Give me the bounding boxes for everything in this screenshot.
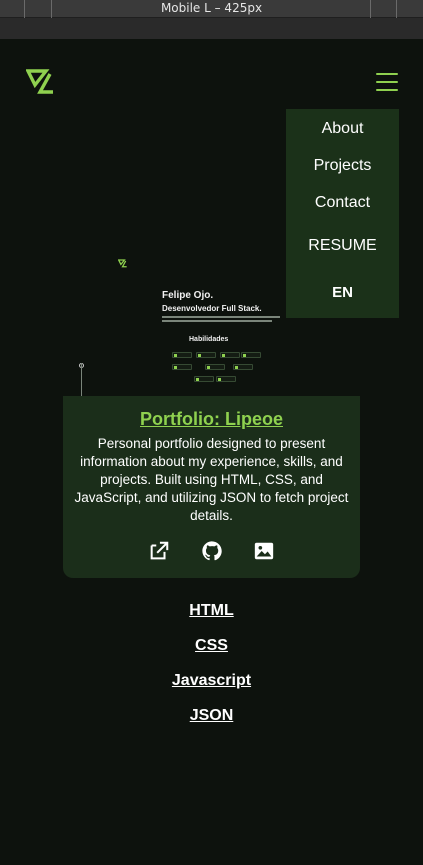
menu-item-projects[interactable]: Projects bbox=[286, 157, 399, 175]
devtools-toolbar: Mobile L – 425px bbox=[0, 0, 423, 18]
tech-tag-javascript[interactable]: Javascript bbox=[0, 672, 423, 690]
preview-skill-chip bbox=[220, 352, 240, 358]
preview-skill-chip bbox=[172, 352, 192, 358]
menu-item-contact[interactable]: Contact bbox=[286, 194, 399, 212]
preview-skill-chip bbox=[205, 364, 225, 370]
preview-skill-chip bbox=[194, 376, 214, 382]
external-link-icon[interactable] bbox=[148, 540, 170, 562]
preview-role: Desenvolvedor Full Stack. bbox=[162, 304, 262, 313]
preview-skills-heading: Habilidades bbox=[189, 336, 229, 343]
tech-tag-json[interactable]: JSON bbox=[0, 707, 423, 725]
project-title-link[interactable]: Portfolio: Lipeoe bbox=[63, 409, 360, 430]
preview-name: Felipe Ojo. bbox=[162, 290, 214, 301]
menu-item-about[interactable]: About bbox=[286, 120, 399, 138]
tech-tag-css[interactable]: CSS bbox=[0, 637, 423, 655]
preview-skill-chip bbox=[233, 364, 253, 370]
lipeoe-logo-icon[interactable] bbox=[26, 68, 54, 96]
devtools-ruler bbox=[0, 18, 423, 39]
preview-skill-chip bbox=[172, 364, 192, 370]
preview-skill-chip bbox=[216, 376, 236, 382]
preview-skill-chip bbox=[241, 352, 261, 358]
project-card: Portfolio: Lipeoe Personal portfolio des… bbox=[63, 396, 360, 578]
github-icon[interactable] bbox=[201, 540, 223, 562]
project-description: Personal portfolio designed to present i… bbox=[74, 436, 349, 523]
preview-text-line bbox=[162, 320, 272, 322]
tech-tag-html[interactable]: HTML bbox=[0, 602, 423, 620]
preview-skill-chip bbox=[196, 352, 216, 358]
hamburger-menu-icon[interactable] bbox=[376, 72, 398, 92]
devtools-viewport-label: Mobile L – 425px bbox=[160, 1, 263, 15]
preview-text-line bbox=[162, 316, 280, 318]
image-icon[interactable] bbox=[253, 540, 275, 562]
project-preview-image: Felipe Ojo. Desenvolvedor Full Stack. Ha… bbox=[79, 252, 310, 403]
preview-logo-icon bbox=[118, 259, 127, 268]
